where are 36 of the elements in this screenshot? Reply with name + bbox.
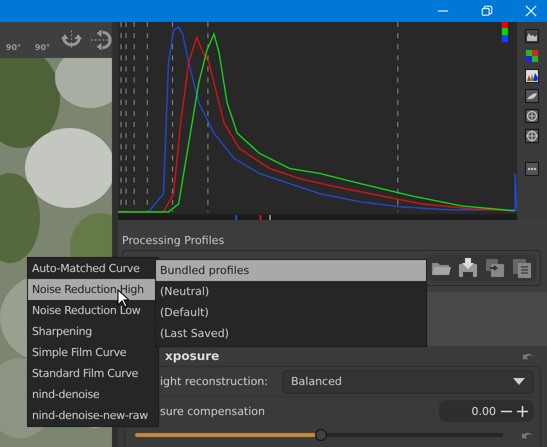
menu-item[interactable]: (Last Saved) (156, 323, 426, 344)
rgb-swatch-icon (502, 22, 508, 42)
menu-item[interactable]: Noise Reduction High (28, 279, 158, 300)
histogram-icon[interactable] (525, 29, 539, 43)
dropdown[interactable]: Balanced (282, 370, 534, 394)
menu-item[interactable]: Simple Film Curve (28, 342, 158, 363)
field-label: sure compensation (160, 404, 266, 418)
aperture-icon[interactable] (525, 109, 539, 123)
menu-item[interactable]: (Default) (156, 302, 426, 323)
rgb-curve-icon[interactable] (525, 69, 539, 83)
field-label: ight reconstruction: (160, 375, 268, 388)
number-field[interactable]: 0.00 (439, 400, 534, 422)
menu-item[interactable]: Bundled profiles (156, 260, 426, 281)
save-icon[interactable] (458, 258, 478, 278)
rotate-label: 90° (6, 43, 22, 52)
menu-item[interactable]: Auto-Matched Curve (28, 258, 158, 279)
restore-icon[interactable] (481, 5, 493, 17)
section-title: Processing Profiles (122, 234, 226, 247)
menu-item[interactable]: (Neutral) (156, 281, 426, 302)
menu-item[interactable]: Sharpening (28, 321, 158, 342)
menu-item[interactable]: Noise Reduction Low (28, 300, 158, 321)
caret-icon (513, 378, 525, 385)
crosshair-icon[interactable] (525, 129, 539, 143)
curve-icon[interactable] (525, 89, 539, 103)
rotate-label: 90° (34, 43, 50, 52)
close-icon[interactable] (525, 5, 537, 17)
more-icon[interactable] (525, 162, 539, 176)
flip-horizontal-icon[interactable] (89, 28, 112, 52)
section-title: xposure (165, 349, 220, 363)
color-grid-icon[interactable] (525, 49, 539, 63)
menu-item[interactable]: nind-denoise-new-raw (28, 405, 158, 426)
menu-item[interactable]: Standard Film Curve (28, 363, 158, 384)
copy-icon[interactable] (485, 258, 505, 278)
menu-item[interactable]: nind-denoise (28, 384, 158, 405)
plus-icon[interactable] (517, 406, 528, 416)
paste-icon[interactable] (512, 258, 532, 278)
